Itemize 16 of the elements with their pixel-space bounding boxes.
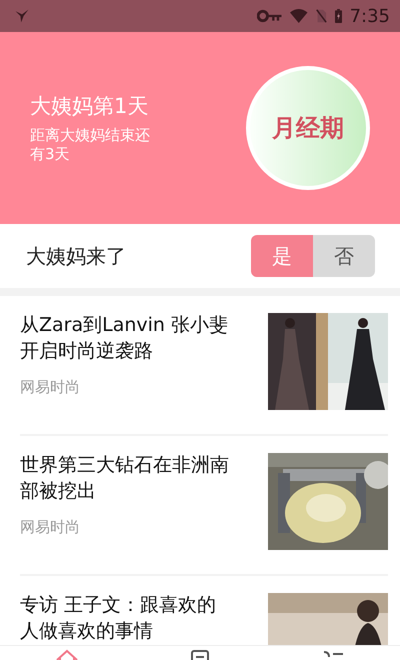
battery-icon [334, 9, 342, 23]
article-title[interactable]: 从Zara到Lanvin 张小斐开启时尚逆袭路 [20, 313, 235, 364]
status-time: 7:35 [350, 6, 390, 26]
bird-icon [14, 8, 30, 24]
key-icon [256, 9, 282, 23]
wifi-icon [290, 9, 308, 23]
article-title[interactable]: 专访 王子文：跟喜欢的人做喜欢的事情 [20, 593, 235, 644]
article-title[interactable]: 世界第三大钻石在非洲南部被挖出 [20, 453, 235, 504]
article-source: 网易时尚 [20, 518, 81, 538]
toggle-option[interactable]: 否 [313, 235, 375, 277]
period-day-title: 大姨妈第1天 [30, 92, 150, 120]
toggle-label: 大姨妈来了 [26, 242, 126, 270]
no-sim-icon [316, 9, 327, 23]
article-source: 网易时尚 [20, 378, 81, 398]
days-remaining-text: 距离大姨妈结束还有3天 [30, 126, 151, 164]
phase-circle[interactable]: 月经期 [246, 66, 370, 190]
